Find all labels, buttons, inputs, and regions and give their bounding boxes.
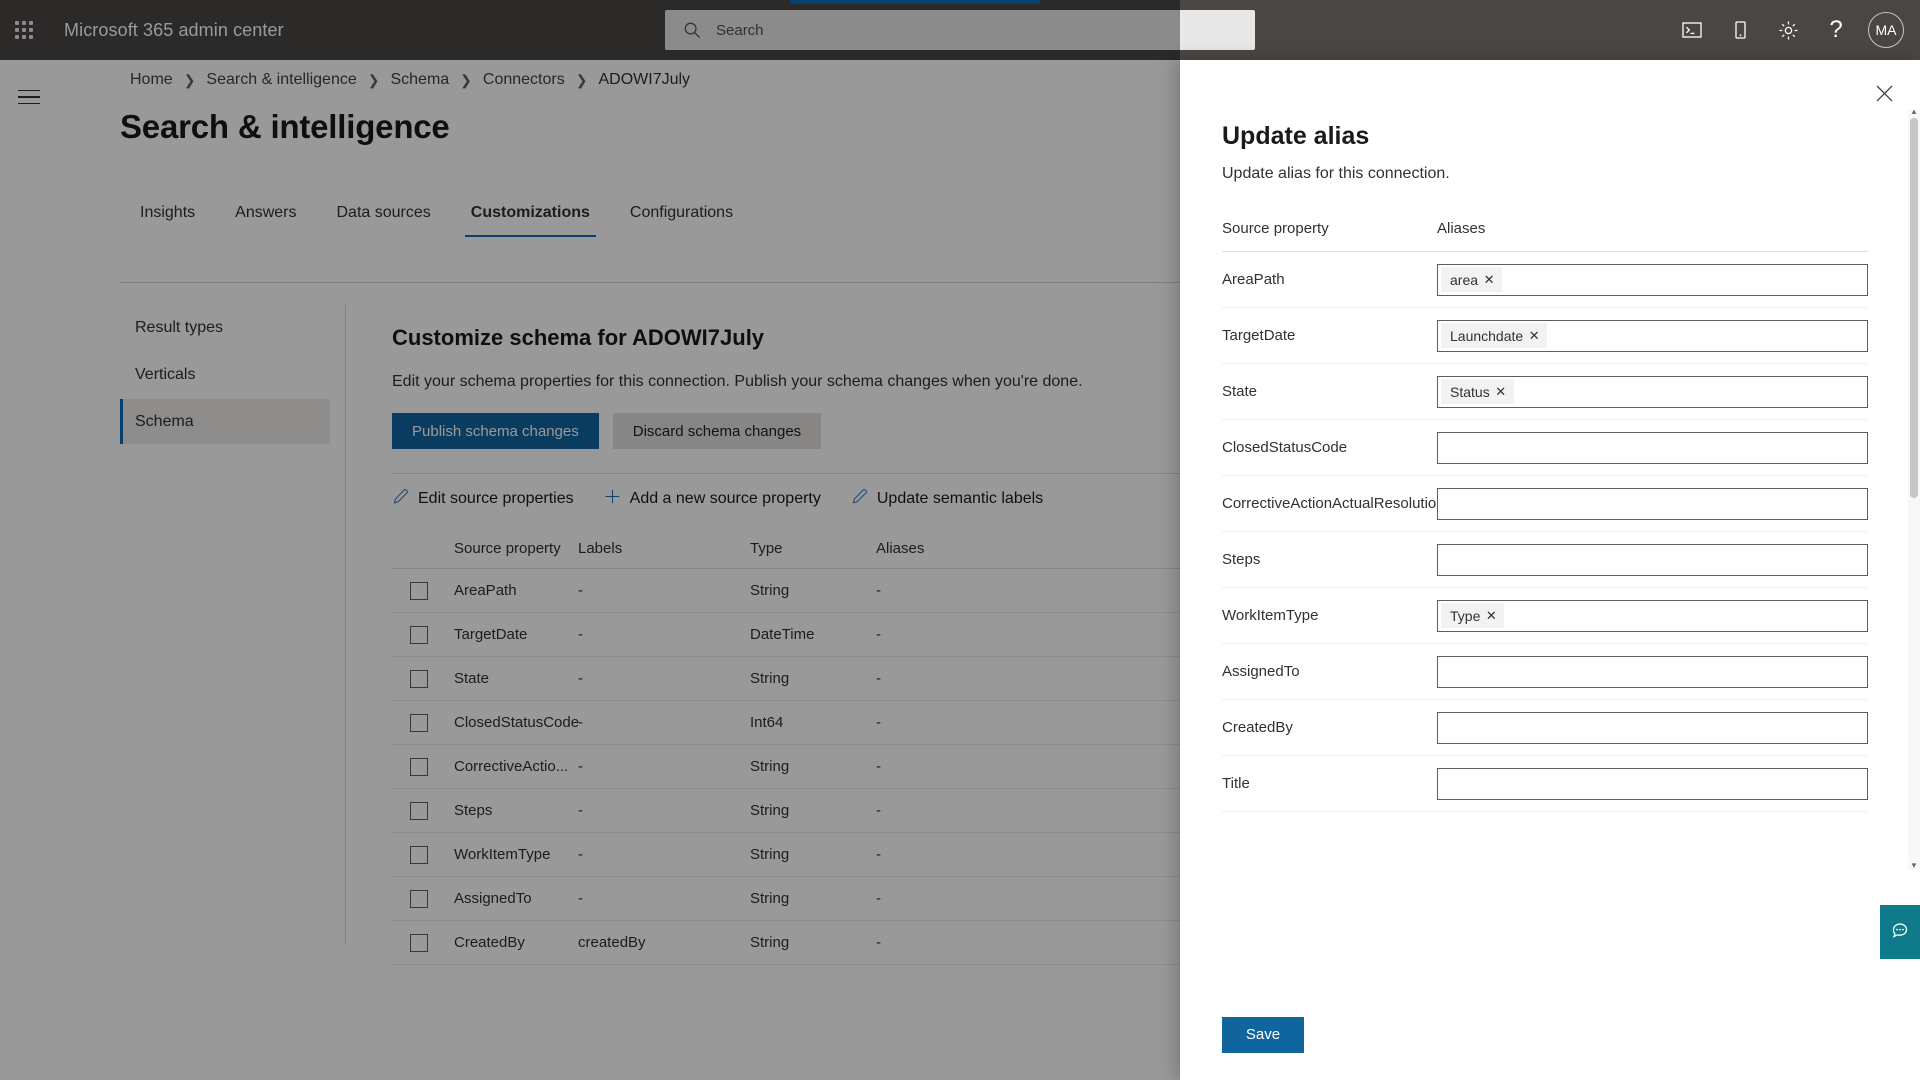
update-alias-panel: Update alias Update alias for this conne… — [1180, 60, 1920, 1080]
panel-subtitle: Update alias for this connection. — [1222, 165, 1450, 182]
panel-footer: Save — [1180, 988, 1920, 1080]
scroll-up-icon[interactable]: ▲ — [1909, 106, 1919, 118]
alias-field-cell — [1437, 487, 1868, 520]
remove-alias-icon[interactable]: ✕ — [1490, 379, 1512, 404]
alias-input[interactable]: Status ✕ — [1437, 375, 1868, 408]
alias-field-cell: Launchdate ✕ — [1437, 319, 1868, 352]
alias-input[interactable] — [1437, 431, 1868, 464]
panel-header: Update alias Update alias for this conne… — [1180, 60, 1920, 183]
alias-source-property-label: WorkItemType — [1222, 607, 1319, 624]
alias-source-property-label: ClosedStatusCode — [1222, 439, 1348, 456]
alias-row: TargetDate Launchdate ✕ — [1222, 308, 1868, 364]
alias-table-header: Source property Aliases — [1222, 220, 1868, 252]
alias-row: AreaPath area ✕ — [1222, 252, 1868, 308]
feedback-icon[interactable] — [1880, 905, 1920, 959]
alias-chip: area ✕ — [1441, 267, 1503, 292]
alias-input[interactable]: area ✕ — [1437, 263, 1868, 296]
alias-chip-label: Type — [1450, 607, 1481, 624]
remove-alias-icon[interactable]: ✕ — [1478, 267, 1500, 292]
alias-field-cell — [1437, 655, 1868, 688]
panel-title: Update alias — [1222, 122, 1370, 150]
panel-body: Source property Aliases AreaPath area ✕ Tar… — [1180, 220, 1920, 988]
alias-input[interactable] — [1437, 655, 1868, 688]
alias-chip: Launchdate ✕ — [1441, 323, 1548, 348]
alias-field-cell — [1437, 767, 1868, 800]
alias-row: AssignedTo — [1222, 644, 1868, 700]
alias-source-property-label: AssignedTo — [1222, 663, 1300, 680]
alias-field-cell: area ✕ — [1437, 263, 1868, 296]
alias-row: State Status ✕ — [1222, 364, 1868, 420]
alias-chip-label: Status — [1450, 383, 1490, 400]
alias-chip-label: area — [1450, 271, 1479, 288]
alias-source-property-label: Title — [1222, 775, 1250, 792]
scroll-down-icon[interactable]: ▼ — [1909, 860, 1919, 872]
alias-field-cell — [1437, 431, 1868, 464]
close-icon[interactable] — [1866, 75, 1902, 111]
alias-column-header-aliases: Aliases — [1437, 220, 1486, 237]
alias-field-cell: Type ✕ — [1437, 599, 1868, 632]
alias-row: Steps — [1222, 532, 1868, 588]
remove-alias-icon[interactable]: ✕ — [1523, 323, 1545, 348]
modal-overlay[interactable] — [0, 0, 1180, 1080]
alias-input[interactable] — [1437, 767, 1868, 800]
alias-source-property-label: Steps — [1222, 551, 1261, 568]
alias-row: WorkItemType Type ✕ — [1222, 588, 1868, 644]
avatar[interactable]: MA — [1868, 12, 1904, 48]
alias-chip-label: Launchdate — [1450, 327, 1524, 344]
alias-row: CreatedBy — [1222, 700, 1868, 756]
alias-input[interactable]: Launchdate ✕ — [1437, 319, 1868, 352]
help-glyph: ? — [1829, 16, 1843, 43]
terminal-icon[interactable] — [1668, 0, 1716, 60]
alias-input[interactable]: Type ✕ — [1437, 599, 1868, 632]
alias-input[interactable] — [1437, 543, 1868, 576]
alias-input[interactable] — [1437, 711, 1868, 744]
remove-alias-icon[interactable]: ✕ — [1480, 603, 1502, 628]
alias-field-cell — [1437, 543, 1868, 576]
help-icon[interactable]: ? — [1812, 0, 1860, 60]
alias-source-property-label: State — [1222, 383, 1258, 400]
alias-source-property-label: TargetDate — [1222, 327, 1296, 344]
alias-input[interactable] — [1437, 487, 1868, 520]
alias-chip: Type ✕ — [1441, 603, 1505, 628]
alias-row: Title — [1222, 756, 1868, 812]
suite-actions: ? MA — [1668, 0, 1910, 60]
alias-chip: Status ✕ — [1441, 379, 1514, 404]
alias-field-cell: Status ✕ — [1437, 375, 1868, 408]
alias-row: ClosedStatusCode — [1222, 420, 1868, 476]
panel-scrollbar-thumb[interactable] — [1910, 118, 1918, 498]
alias-table-body: AreaPath area ✕ TargetDate Launchdate ✕ State S… — [1222, 252, 1868, 812]
alias-field-cell — [1437, 711, 1868, 744]
alias-source-property-label: CreatedBy — [1222, 719, 1293, 736]
save-button[interactable]: Save — [1222, 1016, 1304, 1053]
alias-source-property-label: CorrectiveActionActualResolution — [1222, 495, 1445, 512]
alias-column-header-source-property: Source property — [1222, 220, 1329, 237]
alias-source-property-label: AreaPath — [1222, 271, 1285, 288]
gear-icon[interactable] — [1764, 0, 1812, 60]
alias-row: CorrectiveActionActualResolution — [1222, 476, 1868, 532]
mobile-device-icon[interactable] — [1716, 0, 1764, 60]
